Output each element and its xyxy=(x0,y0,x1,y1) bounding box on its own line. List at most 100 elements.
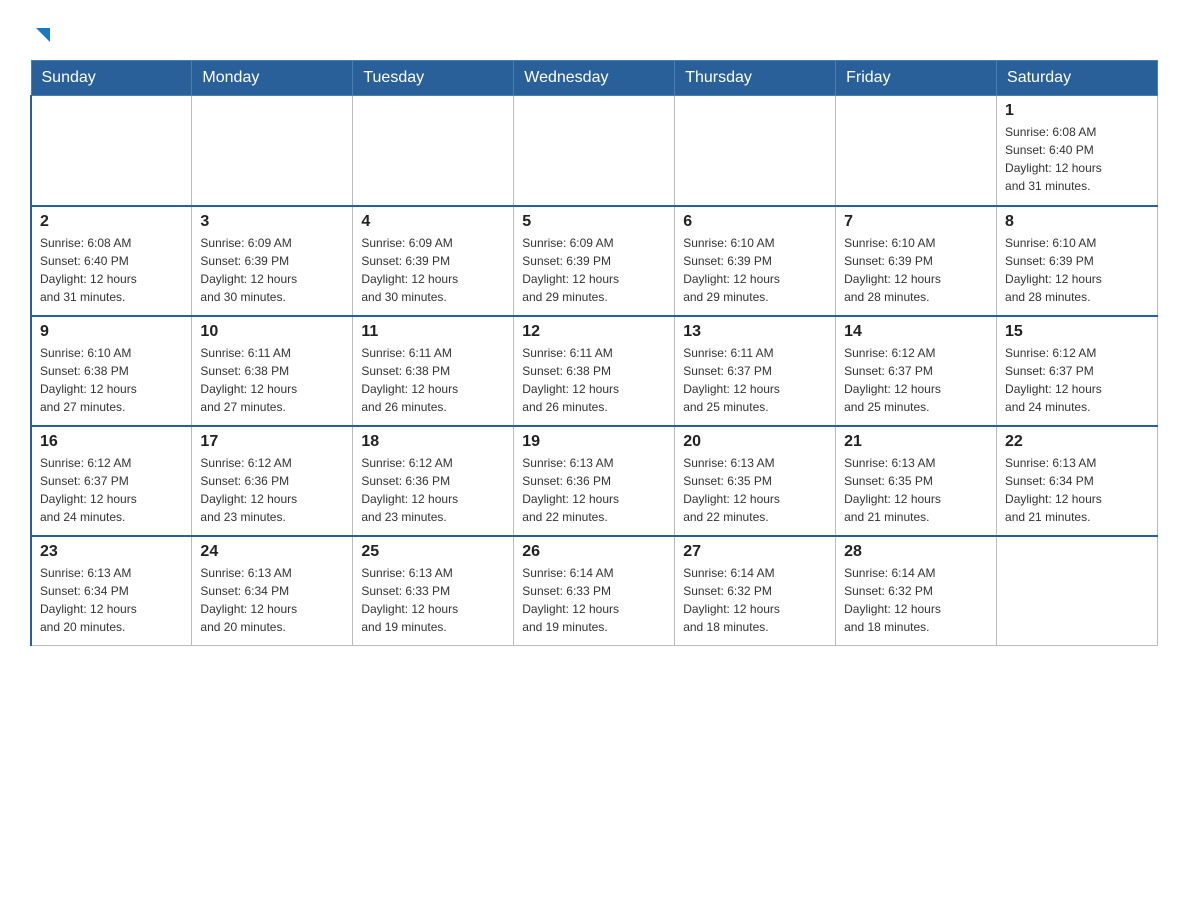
day-info: Sunrise: 6:14 AM Sunset: 6:32 PM Dayligh… xyxy=(683,564,827,636)
day-info: Sunrise: 6:13 AM Sunset: 6:36 PM Dayligh… xyxy=(522,454,666,526)
day-info: Sunrise: 6:10 AM Sunset: 6:39 PM Dayligh… xyxy=(683,234,827,306)
day-number: 23 xyxy=(40,543,183,561)
day-number: 20 xyxy=(683,433,827,451)
calendar-cell: 14 Sunrise: 6:12 AM Sunset: 6:37 PM Dayli… xyxy=(836,316,997,426)
day-info: Sunrise: 6:11 AM Sunset: 6:37 PM Dayligh… xyxy=(683,344,827,416)
calendar-cell: 5 Sunrise: 6:09 AM Sunset: 6:39 PM Daylig… xyxy=(514,206,675,316)
day-number: 26 xyxy=(522,543,666,561)
logo-arrow-icon xyxy=(32,24,54,46)
logo xyxy=(30,28,54,42)
day-number: 17 xyxy=(200,433,344,451)
calendar-cell: 1 Sunrise: 6:08 AM Sunset: 6:40 PM Daylig… xyxy=(997,96,1158,206)
calendar-cell: 13 Sunrise: 6:11 AM Sunset: 6:37 PM Dayli… xyxy=(675,316,836,426)
week-row-3: 9 Sunrise: 6:10 AM Sunset: 6:38 PM Daylig… xyxy=(31,316,1158,426)
day-info: Sunrise: 6:08 AM Sunset: 6:40 PM Dayligh… xyxy=(1005,123,1149,195)
weekday-header-monday: Monday xyxy=(192,61,353,96)
day-number: 24 xyxy=(200,543,344,561)
calendar-cell xyxy=(192,96,353,206)
day-number: 11 xyxy=(361,323,505,341)
day-info: Sunrise: 6:12 AM Sunset: 6:36 PM Dayligh… xyxy=(200,454,344,526)
calendar-cell: 28 Sunrise: 6:14 AM Sunset: 6:32 PM Dayli… xyxy=(836,536,997,646)
day-number: 16 xyxy=(40,433,183,451)
day-number: 22 xyxy=(1005,433,1149,451)
weekday-header-thursday: Thursday xyxy=(675,61,836,96)
day-number: 12 xyxy=(522,323,666,341)
day-number: 28 xyxy=(844,543,988,561)
day-info: Sunrise: 6:11 AM Sunset: 6:38 PM Dayligh… xyxy=(200,344,344,416)
day-info: Sunrise: 6:13 AM Sunset: 6:35 PM Dayligh… xyxy=(844,454,988,526)
week-row-1: 1 Sunrise: 6:08 AM Sunset: 6:40 PM Daylig… xyxy=(31,96,1158,206)
calendar-cell: 15 Sunrise: 6:12 AM Sunset: 6:37 PM Dayli… xyxy=(997,316,1158,426)
calendar-cell: 21Sunrise: 6:13 AM Sunset: 6:35 PM Dayli… xyxy=(836,426,997,536)
day-number: 5 xyxy=(522,213,666,231)
calendar-cell: 17 Sunrise: 6:12 AM Sunset: 6:36 PM Dayli… xyxy=(192,426,353,536)
calendar-cell: 2 Sunrise: 6:08 AM Sunset: 6:40 PM Daylig… xyxy=(31,206,192,316)
day-number: 15 xyxy=(1005,323,1149,341)
day-number: 9 xyxy=(40,323,183,341)
weekday-header-sunday: Sunday xyxy=(31,61,192,96)
day-number: 2 xyxy=(40,213,183,231)
calendar-cell: 27 Sunrise: 6:14 AM Sunset: 6:32 PM Dayli… xyxy=(675,536,836,646)
day-info: Sunrise: 6:09 AM Sunset: 6:39 PM Dayligh… xyxy=(200,234,344,306)
day-number: 3 xyxy=(200,213,344,231)
week-row-2: 2 Sunrise: 6:08 AM Sunset: 6:40 PM Daylig… xyxy=(31,206,1158,316)
calendar-table: SundayMondayTuesdayWednesdayThursdayFrid… xyxy=(30,60,1158,646)
calendar-cell: 8 Sunrise: 6:10 AM Sunset: 6:39 PM Daylig… xyxy=(997,206,1158,316)
day-info: Sunrise: 6:13 AM Sunset: 6:34 PM Dayligh… xyxy=(200,564,344,636)
day-info: Sunrise: 6:08 AM Sunset: 6:40 PM Dayligh… xyxy=(40,234,183,306)
day-info: Sunrise: 6:12 AM Sunset: 6:36 PM Dayligh… xyxy=(361,454,505,526)
calendar-cell: 24 Sunrise: 6:13 AM Sunset: 6:34 PM Dayli… xyxy=(192,536,353,646)
day-number: 6 xyxy=(683,213,827,231)
calendar-cell: 12 Sunrise: 6:11 AM Sunset: 6:38 PM Dayli… xyxy=(514,316,675,426)
day-number: 13 xyxy=(683,323,827,341)
day-info: Sunrise: 6:14 AM Sunset: 6:33 PM Dayligh… xyxy=(522,564,666,636)
calendar-cell: 6 Sunrise: 6:10 AM Sunset: 6:39 PM Daylig… xyxy=(675,206,836,316)
calendar-cell xyxy=(675,96,836,206)
day-info: Sunrise: 6:09 AM Sunset: 6:39 PM Dayligh… xyxy=(522,234,666,306)
calendar-cell: 19 Sunrise: 6:13 AM Sunset: 6:36 PM Dayli… xyxy=(514,426,675,536)
day-info: Sunrise: 6:10 AM Sunset: 6:39 PM Dayligh… xyxy=(1005,234,1149,306)
day-info: Sunrise: 6:13 AM Sunset: 6:33 PM Dayligh… xyxy=(361,564,505,636)
day-info: Sunrise: 6:12 AM Sunset: 6:37 PM Dayligh… xyxy=(40,454,183,526)
page-header xyxy=(30,20,1158,42)
day-number: 25 xyxy=(361,543,505,561)
calendar-cell: 9 Sunrise: 6:10 AM Sunset: 6:38 PM Daylig… xyxy=(31,316,192,426)
day-info: Sunrise: 6:10 AM Sunset: 6:39 PM Dayligh… xyxy=(844,234,988,306)
day-number: 7 xyxy=(844,213,988,231)
day-number: 8 xyxy=(1005,213,1149,231)
day-info: Sunrise: 6:11 AM Sunset: 6:38 PM Dayligh… xyxy=(361,344,505,416)
weekday-header-row: SundayMondayTuesdayWednesdayThursdayFrid… xyxy=(31,61,1158,96)
calendar-cell: 18 Sunrise: 6:12 AM Sunset: 6:36 PM Dayli… xyxy=(353,426,514,536)
week-row-4: 16 Sunrise: 6:12 AM Sunset: 6:37 PM Dayli… xyxy=(31,426,1158,536)
weekday-header-tuesday: Tuesday xyxy=(353,61,514,96)
weekday-header-wednesday: Wednesday xyxy=(514,61,675,96)
calendar-cell xyxy=(997,536,1158,646)
day-info: Sunrise: 6:12 AM Sunset: 6:37 PM Dayligh… xyxy=(844,344,988,416)
week-row-5: 23 Sunrise: 6:13 AM Sunset: 6:34 PM Dayli… xyxy=(31,536,1158,646)
day-number: 27 xyxy=(683,543,827,561)
calendar-cell: 26 Sunrise: 6:14 AM Sunset: 6:33 PM Dayli… xyxy=(514,536,675,646)
day-info: Sunrise: 6:09 AM Sunset: 6:39 PM Dayligh… xyxy=(361,234,505,306)
day-number: 19 xyxy=(522,433,666,451)
weekday-header-saturday: Saturday xyxy=(997,61,1158,96)
day-number: 1 xyxy=(1005,102,1149,120)
day-number: 10 xyxy=(200,323,344,341)
day-info: Sunrise: 6:13 AM Sunset: 6:35 PM Dayligh… xyxy=(683,454,827,526)
calendar-cell: 4Sunrise: 6:09 AM Sunset: 6:39 PM Daylig… xyxy=(353,206,514,316)
weekday-header-friday: Friday xyxy=(836,61,997,96)
calendar-cell: 20 Sunrise: 6:13 AM Sunset: 6:35 PM Dayli… xyxy=(675,426,836,536)
day-number: 18 xyxy=(361,433,505,451)
day-info: Sunrise: 6:12 AM Sunset: 6:37 PM Dayligh… xyxy=(1005,344,1149,416)
day-number: 14 xyxy=(844,323,988,341)
calendar-cell xyxy=(836,96,997,206)
calendar-cell: 23Sunrise: 6:13 AM Sunset: 6:34 PM Dayli… xyxy=(31,536,192,646)
calendar-cell: 10 Sunrise: 6:11 AM Sunset: 6:38 PM Dayli… xyxy=(192,316,353,426)
calendar-cell: 25 Sunrise: 6:13 AM Sunset: 6:33 PM Dayli… xyxy=(353,536,514,646)
day-info: Sunrise: 6:14 AM Sunset: 6:32 PM Dayligh… xyxy=(844,564,988,636)
calendar-cell xyxy=(353,96,514,206)
calendar-cell: 11 Sunrise: 6:11 AM Sunset: 6:38 PM Dayli… xyxy=(353,316,514,426)
calendar-cell: 16 Sunrise: 6:12 AM Sunset: 6:37 PM Dayli… xyxy=(31,426,192,536)
calendar-cell: 3 Sunrise: 6:09 AM Sunset: 6:39 PM Daylig… xyxy=(192,206,353,316)
day-info: Sunrise: 6:10 AM Sunset: 6:38 PM Dayligh… xyxy=(40,344,183,416)
day-info: Sunrise: 6:11 AM Sunset: 6:38 PM Dayligh… xyxy=(522,344,666,416)
